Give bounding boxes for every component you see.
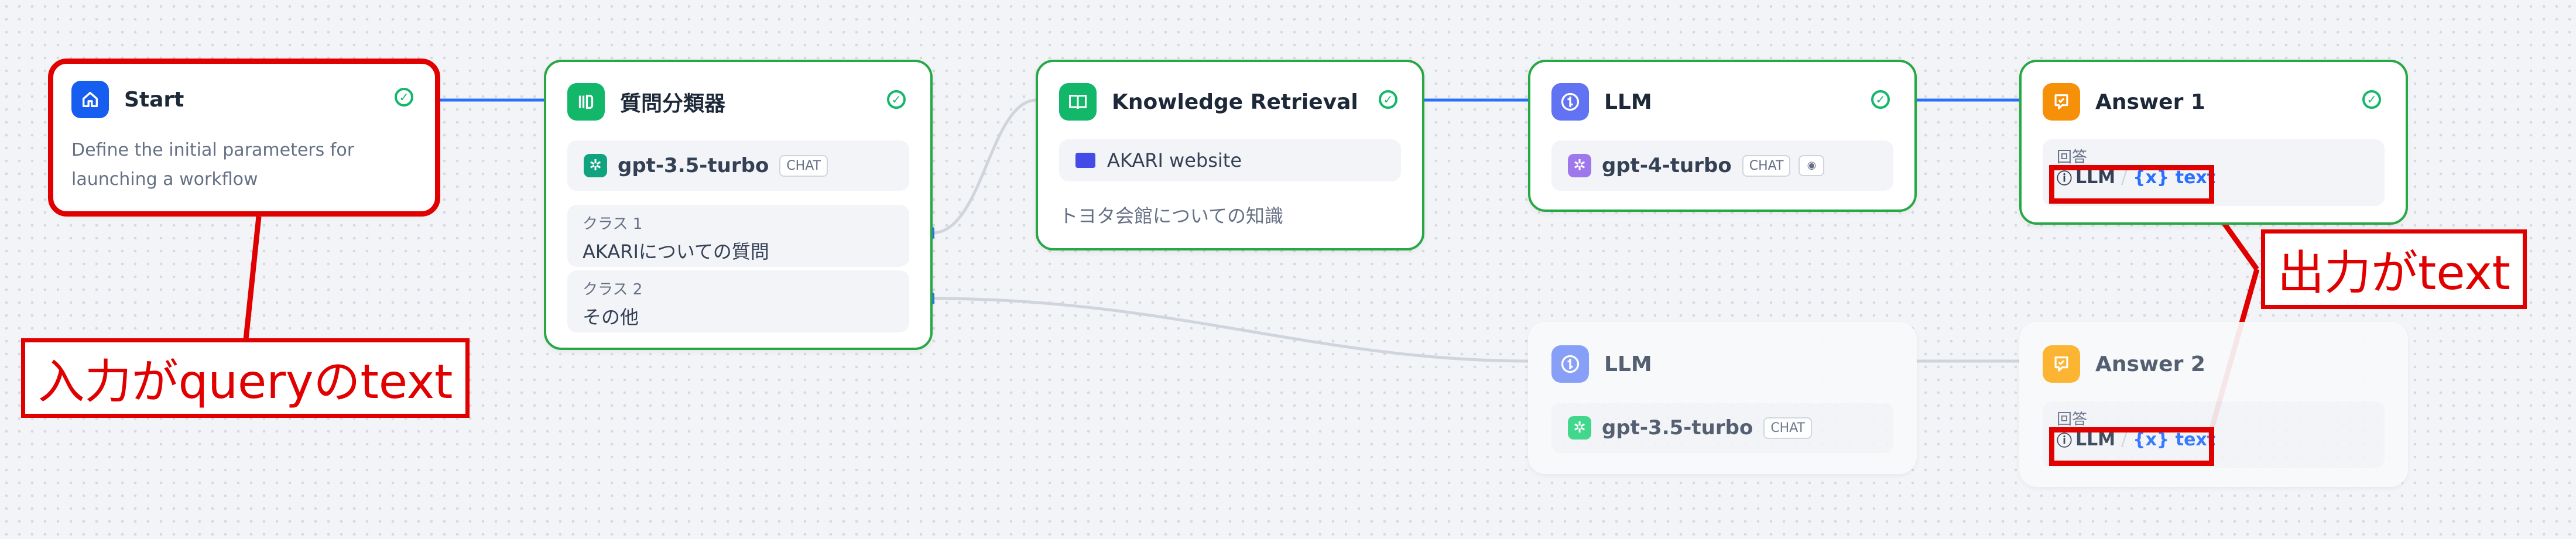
node-title: Answer 2 xyxy=(2095,352,2205,376)
class-item-1[interactable]: クラス 1 AKARIについての質問 xyxy=(567,205,909,267)
classifier-node-header: 質問分類器 xyxy=(567,83,725,121)
answer-icon xyxy=(2043,83,2080,121)
annotation-input-query-text: 入力がqueryのtext xyxy=(21,338,470,418)
openai-icon: ✲ xyxy=(1568,416,1591,440)
model-mode-tag: CHAT xyxy=(1742,155,1791,177)
highlight-box-answer2-variable xyxy=(2049,427,2214,466)
model-name: gpt-3.5-turbo xyxy=(1602,416,1753,440)
model-mode-tag: CHAT xyxy=(1763,417,1812,439)
success-check-icon: ✓ xyxy=(1871,90,1890,109)
dataset-name: AKARI website xyxy=(1107,149,1242,171)
answer-node-header: Answer 2 xyxy=(2043,345,2205,383)
knowledge-retrieval-node[interactable]: Knowledge Retrieval ✓ AKARI website トヨタ会… xyxy=(1036,60,1424,250)
openai-icon: ✲ xyxy=(1568,154,1591,177)
answer-icon xyxy=(2043,345,2080,383)
node-title: LLM xyxy=(1604,90,1652,114)
answer-node-header: Answer 1 xyxy=(2043,83,2205,121)
success-check-icon: ✓ xyxy=(887,90,906,109)
openai-icon: ✲ xyxy=(584,154,607,177)
model-mode-tag: CHAT xyxy=(779,155,828,177)
success-check-icon: ✓ xyxy=(1379,90,1397,109)
llm-node-1[interactable]: LLM ✓ ✲ gpt-4-turbo CHAT ◉ xyxy=(1528,60,1917,212)
annotation-output-text: 出力がtext xyxy=(2261,229,2527,309)
model-selector[interactable]: ✲ gpt-3.5-turbo CHAT xyxy=(1551,403,1893,453)
annotation-line-input xyxy=(243,216,262,340)
edge-classifier-knowledge xyxy=(931,98,1037,235)
llm-node-2[interactable]: LLM ✲ gpt-3.5-turbo CHAT xyxy=(1528,322,1917,474)
class-text: その他 xyxy=(583,306,639,328)
classifier-icon xyxy=(567,83,605,121)
model-selector[interactable]: ✲ gpt-4-turbo CHAT ◉ xyxy=(1551,140,1893,191)
class-label: クラス 2 xyxy=(583,281,643,298)
class-label: クラス 1 xyxy=(583,215,643,233)
model-name: gpt-4-turbo xyxy=(1602,154,1732,177)
knowledge-node-header: Knowledge Retrieval xyxy=(1059,83,1358,121)
edge-classifier-llm2 xyxy=(931,297,1530,363)
llm-node-header: LLM xyxy=(1551,345,1652,383)
success-check-icon: ✓ xyxy=(2362,90,2381,109)
node-description: トヨタ会館についての知識 xyxy=(1059,205,1284,227)
llm-node-header: LLM xyxy=(1551,83,1652,121)
node-title: 質問分類器 xyxy=(620,92,726,116)
class-item-2[interactable]: クラス 2 その他 xyxy=(567,270,909,332)
class-text: AKARIについての質問 xyxy=(583,241,769,263)
vision-icon: ◉ xyxy=(1799,155,1825,176)
model-name: gpt-3.5-turbo xyxy=(618,154,769,177)
answer-label: 回答 xyxy=(2057,149,2088,166)
highlight-box-start xyxy=(48,59,440,217)
node-title: LLM xyxy=(1604,352,1652,376)
node-title: Answer 1 xyxy=(2095,90,2205,114)
folder-icon xyxy=(1075,153,1095,168)
question-classifier-node[interactable]: 質問分類器 ✓ ✲ gpt-3.5-turbo CHAT クラス 1 AKARI… xyxy=(544,60,933,350)
book-icon xyxy=(1059,83,1097,121)
model-selector[interactable]: ✲ gpt-3.5-turbo CHAT xyxy=(567,140,909,191)
highlight-box-answer1-variable xyxy=(2049,165,2214,204)
dataset-item[interactable]: AKARI website xyxy=(1059,139,1401,181)
llm-icon xyxy=(1551,83,1589,121)
node-title: Knowledge Retrieval xyxy=(1112,90,1358,114)
answer-label: 回答 xyxy=(2057,411,2088,428)
llm-icon xyxy=(1551,345,1589,383)
